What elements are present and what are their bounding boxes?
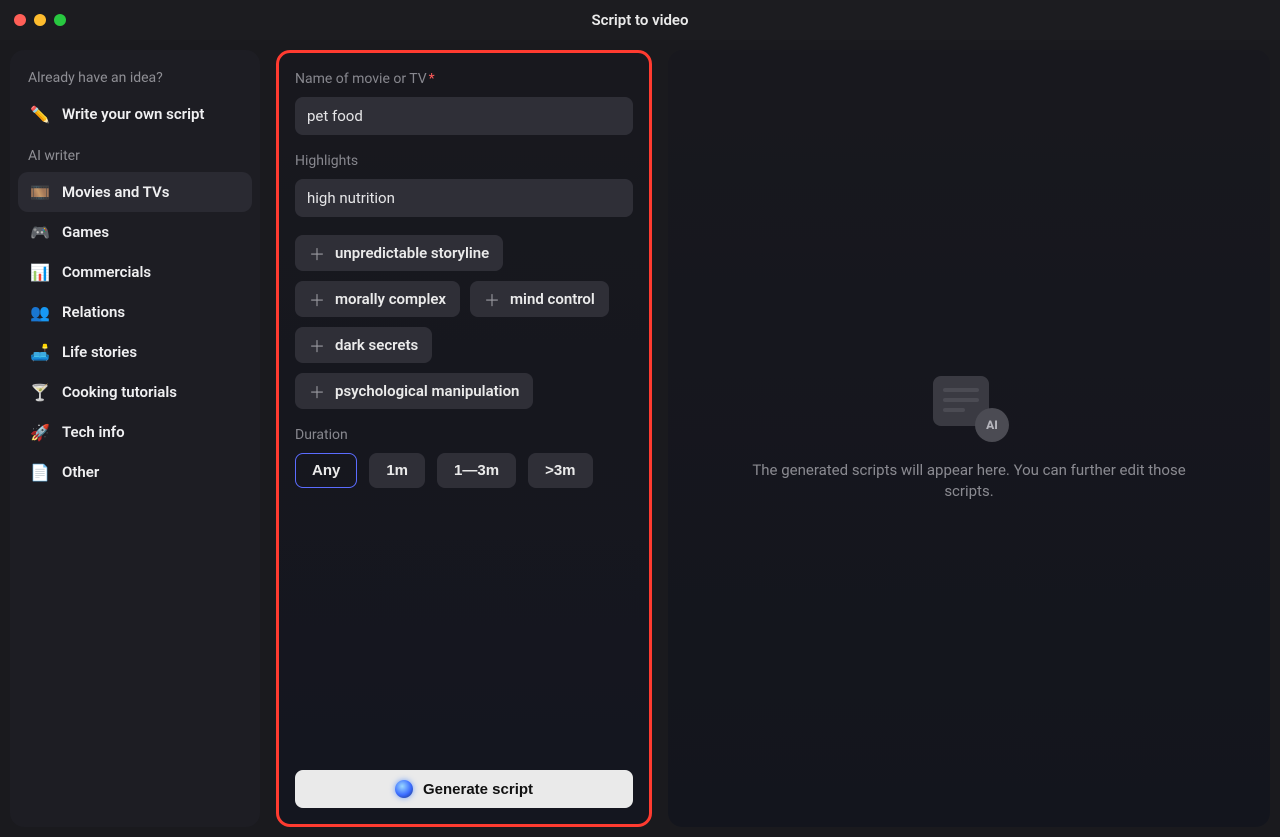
preview-placeholder-text: The generated scripts will appear here. …	[749, 460, 1189, 502]
highlights-input[interactable]	[295, 179, 633, 217]
document-icon: 📄	[30, 462, 50, 482]
window-title: Script to video	[592, 11, 689, 29]
sidebar-item-label: Relations	[62, 303, 125, 321]
duration-field-label: Duration	[295, 427, 633, 443]
rocket-icon: 🚀	[30, 422, 50, 442]
sidebar-item-cooking-tutorials[interactable]: 🍸 Cooking tutorials	[18, 372, 252, 412]
chip-label: psychological manipulation	[335, 382, 519, 400]
ai-badge-icon: AI	[975, 408, 1009, 442]
generate-script-button[interactable]: Generate script	[295, 770, 633, 808]
couch-icon: 🛋️	[30, 342, 50, 362]
maximize-window-button[interactable]	[54, 14, 66, 26]
sidebar-item-movies-tvs[interactable]: 🎞️ Movies and TVs	[18, 172, 252, 212]
duration-1-3m-button[interactable]: 1—3m	[437, 453, 516, 488]
chip-psychological-manipulation[interactable]: ＋ psychological manipulation	[295, 373, 533, 409]
preview-placeholder-icon: AI	[933, 376, 1005, 436]
sidebar-item-label: Other	[62, 463, 99, 481]
chip-label: unpredictable storyline	[335, 244, 489, 262]
window-controls	[0, 14, 66, 26]
chip-unpredictable-storyline[interactable]: ＋ unpredictable storyline	[295, 235, 503, 271]
ai-writer-section-label: AI writer	[18, 142, 252, 172]
chip-label: dark secrets	[335, 336, 418, 354]
highlights-field-label: Highlights	[295, 153, 633, 169]
sidebar-item-relations[interactable]: 👥 Relations	[18, 292, 252, 332]
plus-icon: ＋	[309, 245, 325, 261]
form-panel: Name of movie or TV* Highlights ＋ unpred…	[276, 50, 652, 827]
preview-placeholder: AI The generated scripts will appear her…	[749, 376, 1189, 502]
chip-morally-complex[interactable]: ＋ morally complex	[295, 281, 460, 317]
sidebar: Already have an idea? ✏️ Write your own …	[10, 50, 260, 827]
plus-icon: ＋	[484, 291, 500, 307]
plus-icon: ＋	[309, 291, 325, 307]
minimize-window-button[interactable]	[34, 14, 46, 26]
cocktail-icon: 🍸	[30, 382, 50, 402]
sidebar-item-life-stories[interactable]: 🛋️ Life stories	[18, 332, 252, 372]
sidebar-item-tech-info[interactable]: 🚀 Tech info	[18, 412, 252, 452]
duration-1m-button[interactable]: 1m	[369, 453, 425, 488]
sidebar-item-other[interactable]: 📄 Other	[18, 452, 252, 492]
idea-section-label: Already have an idea?	[18, 64, 252, 94]
close-window-button[interactable]	[14, 14, 26, 26]
name-field-label-text: Name of movie or TV	[295, 71, 427, 87]
sidebar-item-label: Life stories	[62, 343, 137, 361]
plus-icon: ＋	[309, 383, 325, 399]
clapper-icon: 🎞️	[30, 182, 50, 202]
sidebar-item-label: Cooking tutorials	[62, 383, 177, 401]
plus-icon: ＋	[309, 337, 325, 353]
people-icon: 👥	[30, 302, 50, 322]
titlebar: Script to video	[0, 0, 1280, 40]
duration-gt3m-button[interactable]: >3m	[528, 453, 592, 488]
chip-dark-secrets[interactable]: ＋ dark secrets	[295, 327, 432, 363]
sidebar-item-commercials[interactable]: 📊 Commercials	[18, 252, 252, 292]
required-asterisk: *	[429, 71, 435, 87]
name-input[interactable]	[295, 97, 633, 135]
chip-label: morally complex	[335, 290, 446, 308]
chip-label: mind control	[510, 290, 595, 308]
gamepad-icon: 🎮	[30, 222, 50, 242]
ai-orb-icon	[395, 780, 413, 798]
duration-any-button[interactable]: Any	[295, 453, 357, 488]
duration-options-row: Any 1m 1—3m >3m	[295, 453, 633, 488]
write-own-script-button[interactable]: ✏️ Write your own script	[18, 94, 252, 134]
write-own-label: Write your own script	[62, 105, 204, 123]
sidebar-item-label: Commercials	[62, 263, 151, 281]
name-field-label: Name of movie or TV*	[295, 71, 633, 87]
chart-icon: 📊	[30, 262, 50, 282]
preview-panel: AI The generated scripts will appear her…	[668, 50, 1270, 827]
suggestion-chips: ＋ unpredictable storyline ＋ morally comp…	[295, 235, 633, 409]
generate-button-label: Generate script	[423, 781, 533, 798]
chip-mind-control[interactable]: ＋ mind control	[470, 281, 609, 317]
sidebar-item-games[interactable]: 🎮 Games	[18, 212, 252, 252]
app-body: Already have an idea? ✏️ Write your own …	[0, 40, 1280, 837]
sidebar-item-label: Movies and TVs	[62, 183, 169, 201]
sidebar-item-label: Tech info	[62, 423, 125, 441]
sidebar-item-label: Games	[62, 223, 109, 241]
pencil-icon: ✏️	[30, 104, 50, 124]
